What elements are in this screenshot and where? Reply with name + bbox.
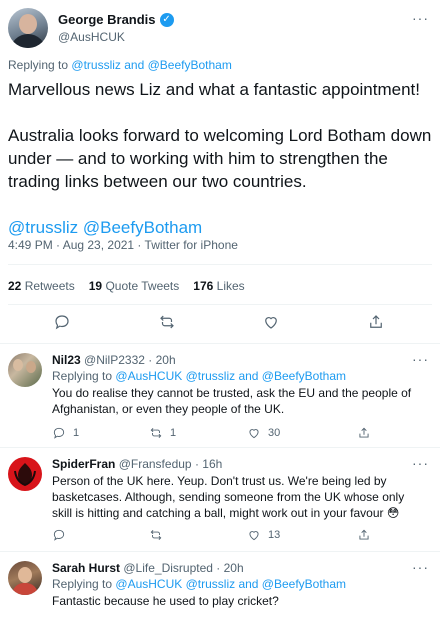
avatar[interactable] bbox=[8, 561, 42, 595]
share-icon bbox=[359, 529, 369, 540]
verified-badge-icon: ✓ bbox=[159, 12, 174, 27]
reply-text: Person of the UK here. Yeup. Don't trust… bbox=[52, 474, 405, 520]
replying-to-mentions[interactable]: @trussliz and @BeefyBotham bbox=[71, 58, 231, 72]
reply-time[interactable]: · 20h bbox=[216, 561, 243, 575]
more-options-icon[interactable]: ··· bbox=[412, 10, 429, 26]
author-handle[interactable]: @AusHCUK bbox=[58, 30, 125, 44]
reply-author-handle[interactable]: @Life_Disrupted bbox=[123, 561, 213, 575]
share-icon[interactable] bbox=[367, 313, 385, 331]
reply-author-name[interactable]: SpiderFran bbox=[52, 457, 115, 471]
reply-header: Sarah Hurst @Life_Disrupted · 20h bbox=[52, 561, 244, 575]
author-name[interactable]: George Brandis bbox=[58, 12, 156, 27]
tweet-body: Marvellous news Liz and what a fantastic… bbox=[8, 78, 436, 239]
share-icon bbox=[359, 427, 369, 438]
main-tweet: George Brandis ✓ @AusHCUK ··· Replying t… bbox=[0, 0, 440, 344]
more-options-icon[interactable]: ··· bbox=[412, 455, 429, 471]
tweet-timestamp[interactable]: 4:49 PM · Aug 23, 2021 · Twitter for iPh… bbox=[8, 238, 238, 252]
replying-to-label: Replying to bbox=[52, 369, 113, 383]
like-button[interactable]: 30 bbox=[247, 426, 280, 440]
reply-time[interactable]: · 20h bbox=[148, 353, 175, 367]
reply-header: Nil23 @NilP2332 · 20h bbox=[52, 353, 176, 367]
replying-to-mentions[interactable]: @AusHCUK @trussliz and @BeefyBotham bbox=[115, 577, 346, 591]
likes-label: Likes bbox=[216, 279, 245, 293]
reply-icon bbox=[53, 529, 65, 541]
author-avatar[interactable] bbox=[8, 8, 48, 48]
reply-actions: 1 1 30 bbox=[52, 426, 432, 442]
retweet-button[interactable]: 1 bbox=[149, 426, 176, 440]
like-icon[interactable] bbox=[262, 313, 280, 331]
retweets-count: 22 bbox=[8, 279, 22, 293]
reply-header: SpiderFran @Fransfedup · 16h bbox=[52, 457, 222, 471]
retweet-icon bbox=[150, 530, 162, 540]
replying-to-label: Replying to bbox=[52, 577, 113, 591]
more-options-icon[interactable]: ··· bbox=[412, 559, 429, 575]
divider bbox=[8, 264, 432, 265]
replying-to-mentions[interactable]: @AusHCUK @trussliz and @BeefyBotham bbox=[115, 369, 346, 383]
tweet-actions bbox=[0, 313, 440, 335]
reply-button[interactable]: 1 bbox=[52, 426, 79, 440]
likes-count: 176 bbox=[193, 279, 214, 293]
quotes-label: Quote Tweets bbox=[105, 279, 180, 293]
reply-icon bbox=[53, 427, 65, 439]
replying-to: Replying to @trussliz and @BeefyBotham bbox=[8, 58, 232, 72]
quotes-count: 19 bbox=[88, 279, 103, 293]
reply-author-name[interactable]: Nil23 bbox=[52, 353, 81, 367]
tweet-paragraph-2: Australia looks forward to welcoming Lor… bbox=[8, 126, 432, 191]
retweet-icon bbox=[150, 428, 162, 438]
reply-tweet[interactable]: Sarah Hurst @Life_Disrupted · 20h ··· Re… bbox=[0, 553, 440, 619]
retweet-count: 1 bbox=[170, 427, 177, 439]
reply-tweet[interactable]: SpiderFran @Fransfedup · 16h ··· Person … bbox=[0, 449, 440, 552]
retweets-stat[interactable]: 22 Retweets bbox=[8, 279, 75, 293]
replying-to: Replying to @AusHCUK @trussliz and @Beef… bbox=[52, 577, 346, 591]
retweet-button[interactable] bbox=[149, 528, 163, 542]
avatar[interactable] bbox=[8, 353, 42, 387]
reply-text: Fantastic because he used to play cricke… bbox=[52, 594, 279, 608]
like-button[interactable]: 13 bbox=[247, 528, 280, 542]
reply-icon[interactable] bbox=[53, 313, 71, 331]
reply-tweet[interactable]: Nil23 @NilP2332 · 20h ··· Replying to @A… bbox=[0, 345, 440, 448]
like-icon bbox=[249, 429, 259, 439]
reply-count: 1 bbox=[73, 427, 80, 439]
tweet-paragraph-1: Marvellous news Liz and what a fantastic… bbox=[8, 80, 421, 99]
reply-time[interactable]: · 16h bbox=[195, 457, 222, 471]
like-count: 30 bbox=[268, 427, 281, 439]
likes-stat[interactable]: 176 Likes bbox=[193, 279, 244, 293]
like-count: 13 bbox=[268, 529, 281, 541]
avatar[interactable] bbox=[8, 457, 42, 491]
reply-author-handle[interactable]: @NilP2332 bbox=[84, 353, 145, 367]
rebel-alliance-icon bbox=[14, 463, 36, 487]
reply-text: You do realise they cannot be trusted, a… bbox=[52, 386, 412, 416]
divider bbox=[8, 304, 432, 305]
author-name-row[interactable]: George Brandis ✓ bbox=[58, 12, 174, 27]
reply-actions: 13 bbox=[52, 528, 432, 544]
reply-author-handle[interactable]: @Fransfedup bbox=[119, 457, 192, 471]
replying-to: Replying to @AusHCUK @trussliz and @Beef… bbox=[52, 369, 346, 383]
reply-author-name[interactable]: Sarah Hurst bbox=[52, 561, 120, 575]
like-icon bbox=[249, 531, 259, 541]
retweets-label: Retweets bbox=[24, 279, 75, 293]
retweet-icon[interactable] bbox=[158, 313, 176, 331]
replying-to-label: Replying to bbox=[8, 58, 69, 72]
share-button[interactable] bbox=[357, 426, 371, 440]
quotes-stat[interactable]: 19 Quote Tweets bbox=[89, 279, 180, 293]
share-button[interactable] bbox=[357, 528, 371, 542]
tweet-mentions[interactable]: @trussliz @BeefyBotham bbox=[8, 216, 436, 239]
tweet-stats: 22 Retweets 19 Quote Tweets 176 Likes bbox=[8, 279, 245, 293]
more-options-icon[interactable]: ··· bbox=[412, 351, 429, 367]
reply-button[interactable] bbox=[52, 528, 66, 542]
